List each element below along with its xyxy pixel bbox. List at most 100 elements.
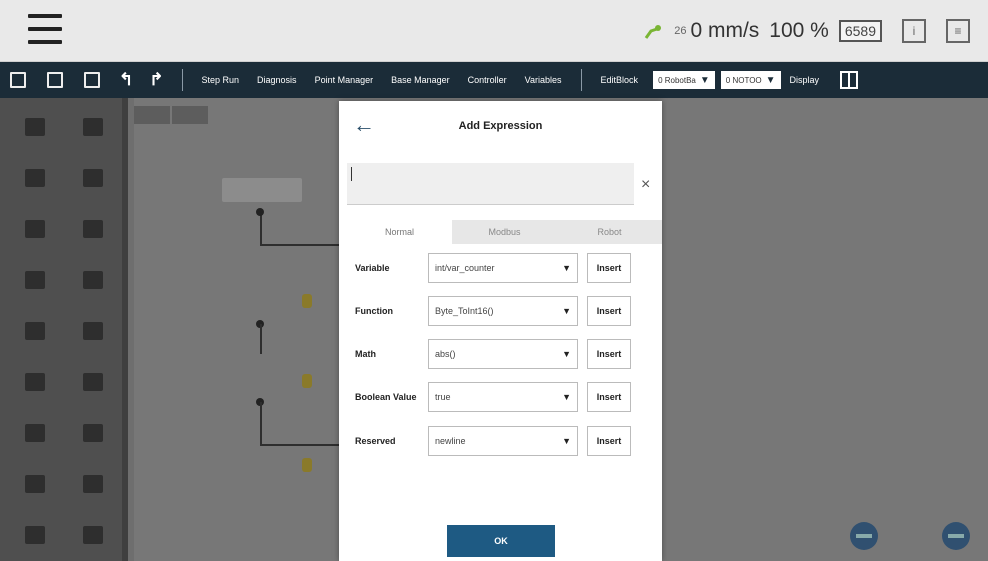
add-expression-dialog: ← Add Expression × Normal Modbus Robot V… [339,101,662,561]
point-manager-button[interactable]: Point Manager [315,75,374,85]
flow-dot [256,208,264,216]
math-select[interactable]: abs() ▼ [428,339,578,369]
reserved-select[interactable]: newline ▼ [428,426,578,456]
save-as-icon[interactable] [84,72,100,88]
palette-item [64,155,122,200]
function-row: Function Byte_ToInt16() ▼ Insert [355,296,645,326]
math-insert-button[interactable]: Insert [587,339,631,369]
diagnosis-button[interactable]: Diagnosis [257,75,297,85]
reserved-label: Reserved [355,436,396,446]
expression-tabs: Normal Modbus Robot [347,220,662,244]
reserved-insert-button[interactable]: Insert [587,426,631,456]
variable-select[interactable]: int/var_counter ▼ [428,253,578,283]
panel-toggle-icon[interactable] [840,71,859,89]
expression-input[interactable] [347,163,634,205]
boolean-select[interactable]: true ▼ [428,382,578,412]
tab-modbus[interactable]: Modbus [452,220,557,244]
new-file-icon[interactable] [10,72,26,88]
back-arrow-icon[interactable]: ← [353,112,375,138]
chevron-down-icon: ▼ [765,74,776,86]
variable-label: Variable [355,263,390,273]
palette-item [6,461,64,506]
tab-normal[interactable]: Normal [347,220,452,244]
main-toolbar: ↰ ↱ Step Run Diagnosis Point Manager Bas… [0,62,988,98]
palette-item [64,104,122,149]
speed-prefix: 26 [674,25,687,37]
math-row: Math abs() ▼ Insert [355,339,645,369]
undo-icon[interactable]: ↰ [119,70,133,90]
override-percent: 100 % [769,19,829,42]
flow-marker [302,458,312,472]
math-label: Math [355,349,376,359]
function-insert-button[interactable]: Insert [587,296,631,326]
flow-tab [134,106,170,124]
chevron-down-icon: ▼ [699,74,710,86]
step-run-button[interactable]: Step Run [202,75,240,85]
tab-robot[interactable]: Robot [557,220,662,244]
palette-item [6,512,64,557]
flow-marker [302,294,312,308]
status-bar: 26 0 mm/s 100 % 6589 i ≡ [0,0,988,62]
flow-tabs [134,106,208,124]
controller-button[interactable]: Controller [468,75,507,85]
boolean-value: true [435,392,451,402]
chevron-down-icon: ▼ [562,349,571,359]
flow-line [260,244,340,246]
clear-icon[interactable]: × [641,176,650,194]
counter-box: 6589 [838,20,882,42]
chevron-down-icon: ▼ [562,306,571,316]
info-icon[interactable]: i [902,19,926,43]
ok-button[interactable]: OK [447,525,555,557]
save-file-icon[interactable] [47,72,63,88]
palette-item [6,410,64,455]
speed-readout: 26 0 mm/s [674,19,759,43]
flow-line [260,324,262,354]
menu-icon[interactable] [28,14,62,44]
status-indicators: 26 0 mm/s 100 % 6589 i ≡ [642,15,970,47]
palette-item [6,257,64,302]
palette-item [64,512,122,557]
flow-node [222,178,302,202]
node-palette [0,98,128,561]
flow-line [260,444,340,446]
base-manager-button[interactable]: Base Manager [391,75,450,85]
palette-item [64,410,122,455]
function-select[interactable]: Byte_ToInt16() ▼ [428,296,578,326]
variable-value: int/var_counter [435,263,495,273]
redo-icon[interactable]: ↱ [149,70,163,90]
reserved-row: Reserved newline ▼ Insert [355,426,645,456]
function-label: Function [355,306,393,316]
dialog-header: ← Add Expression [339,101,662,151]
chevron-down-icon: ▼ [562,436,571,446]
function-value: Byte_ToInt16() [435,306,494,316]
palette-item [6,359,64,404]
boolean-insert-button[interactable]: Insert [587,382,631,412]
chevron-down-icon: ▼ [562,392,571,402]
toolbar-divider [181,69,183,91]
palette-item [64,206,122,251]
editblock-button[interactable]: EditBlock [601,75,639,85]
robot-arm-icon [642,20,664,42]
variables-button[interactable]: Variables [525,75,562,85]
math-value: abs() [435,349,456,359]
zoom-in-icon [850,522,878,550]
flow-line [260,402,262,446]
flow-tab [172,106,208,124]
robot-base-label: 0 RobotBa [658,75,696,85]
speed-value: 0 mm/s [690,19,760,42]
robot-base-dropdown[interactable]: 0 RobotBa ▼ [653,71,715,89]
dialog-title: Add Expression [458,120,543,132]
log-icon[interactable]: ≡ [946,19,970,43]
palette-item [6,206,64,251]
boolean-label: Boolean Value [355,392,417,402]
toolbar-divider [580,69,582,91]
boolean-row: Boolean Value true ▼ Insert [355,382,645,412]
display-button[interactable]: Display [790,75,820,85]
variable-insert-button[interactable]: Insert [587,253,631,283]
reserved-value: newline [435,436,466,446]
tool-label: 0 NOTOO [725,75,762,85]
palette-item [6,104,64,149]
palette-item [64,359,122,404]
tool-dropdown[interactable]: 0 NOTOO ▼ [720,71,781,89]
flow-marker [302,374,312,388]
